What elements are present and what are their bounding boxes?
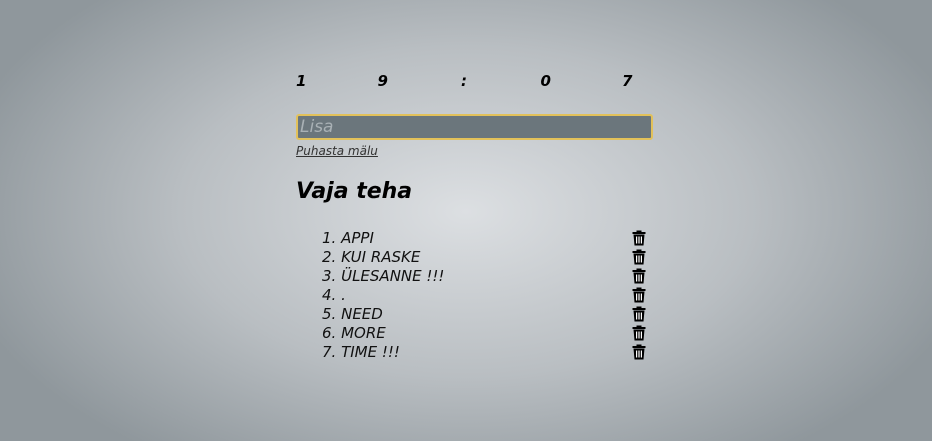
- todo-number: 2.: [322, 247, 337, 266]
- todo-label: APPI: [341, 228, 374, 247]
- clock-separator: :: [461, 72, 467, 90]
- todo-list: 1. APPI 2. KUI RASKE 3. ÜLESANNE !!! 4. …: [296, 228, 652, 361]
- todo-text: 6. MORE: [296, 324, 386, 342]
- clock: 1 9 : 0 7: [296, 72, 632, 96]
- add-todo-input[interactable]: [296, 114, 653, 140]
- trash-icon[interactable]: [632, 268, 646, 284]
- todo-text: 2. KUI RASKE: [296, 248, 420, 266]
- todo-item: 4. .: [296, 285, 652, 304]
- todo-text: 4. .: [296, 286, 346, 304]
- todo-text: 5. NEED: [296, 305, 383, 323]
- todo-number: 3.: [322, 266, 337, 285]
- todo-text: 1. APPI: [296, 229, 374, 247]
- todo-label: TIME !!!: [341, 342, 400, 361]
- clock-hour-ones: 9: [377, 72, 388, 90]
- todo-text: 3. ÜLESANNE !!!: [296, 267, 444, 285]
- trash-icon[interactable]: [632, 325, 646, 341]
- todo-label: KUI RASKE: [341, 247, 421, 266]
- trash-icon[interactable]: [632, 230, 646, 246]
- trash-icon[interactable]: [632, 344, 646, 360]
- todo-label: NEED: [341, 304, 383, 323]
- todo-label: ÜLESANNE !!!: [341, 266, 445, 285]
- todo-label: .: [341, 285, 346, 304]
- trash-icon[interactable]: [632, 287, 646, 303]
- clear-storage-link[interactable]: Puhasta mälu: [296, 144, 378, 158]
- todo-label: MORE: [341, 323, 386, 342]
- clock-minute-tens: 0: [540, 72, 551, 90]
- page-title: Vaja teha: [296, 179, 413, 204]
- todo-item: 6. MORE: [296, 323, 652, 342]
- todo-text: 7. TIME !!!: [296, 343, 400, 361]
- todo-number: 1.: [322, 228, 337, 247]
- todo-number: 4.: [322, 285, 337, 304]
- todo-item: 5. NEED: [296, 304, 652, 323]
- trash-icon[interactable]: [632, 306, 646, 322]
- todo-item: 7. TIME !!!: [296, 342, 652, 361]
- todo-item: 2. KUI RASKE: [296, 247, 652, 266]
- clock-hour-tens: 1: [296, 72, 307, 90]
- todo-number: 5.: [322, 304, 337, 323]
- todo-item: 3. ÜLESANNE !!!: [296, 266, 652, 285]
- clock-minute-ones: 7: [622, 72, 633, 90]
- todo-number: 7.: [322, 342, 337, 361]
- todo-item: 1. APPI: [296, 228, 652, 247]
- trash-icon[interactable]: [632, 249, 646, 265]
- todo-number: 6.: [322, 323, 337, 342]
